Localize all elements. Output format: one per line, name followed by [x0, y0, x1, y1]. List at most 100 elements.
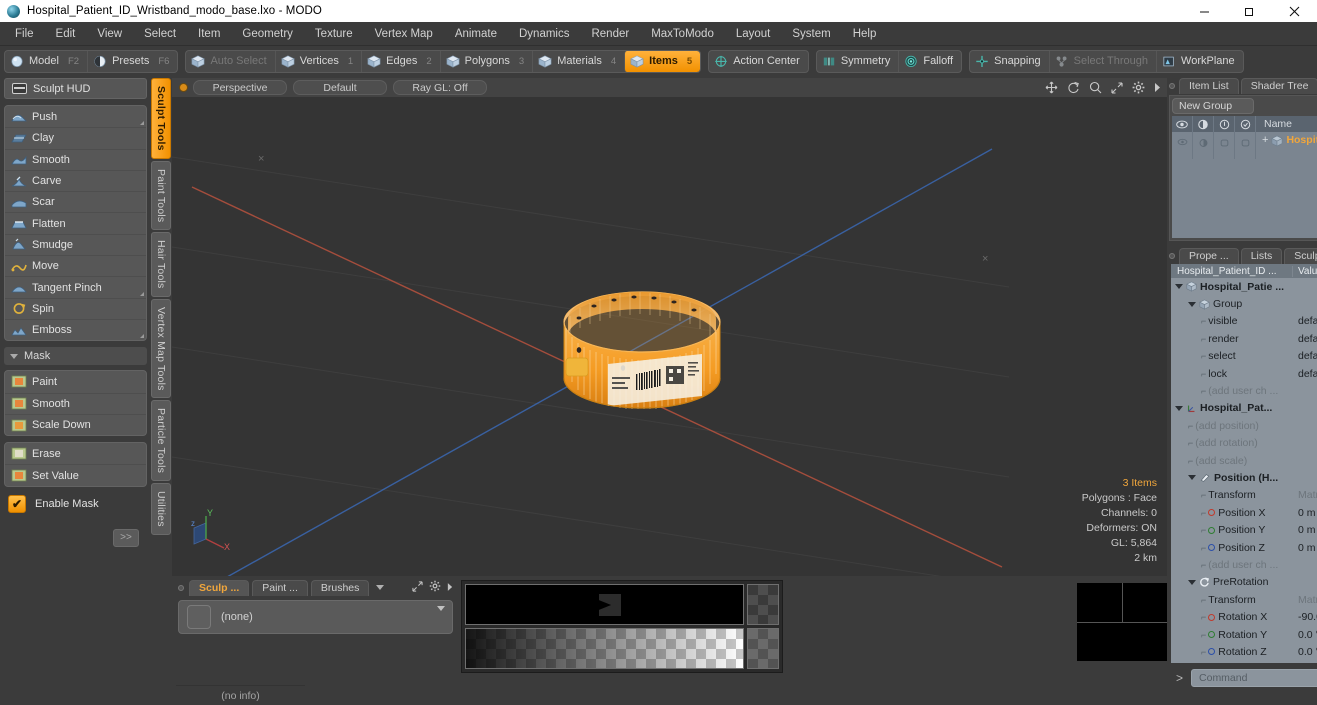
chevron-down-icon[interactable]	[376, 585, 385, 590]
channel-value-cell[interactable]: default	[1293, 350, 1317, 362]
channel-row[interactable]: ⌐Transform Matrix4	[1171, 591, 1317, 608]
vertical-tab-utilities[interactable]: Utilities	[151, 483, 171, 535]
toolbar-button-model[interactable]: Model F2	[5, 51, 87, 72]
menu-item-help[interactable]: Help	[842, 23, 888, 45]
pan-icon[interactable]	[1045, 81, 1058, 94]
brush-tangent-pinch[interactable]: Tangent Pinch	[5, 276, 146, 297]
channel-value-cell[interactable]: 0.0 °	[1293, 629, 1317, 641]
row-render-icon[interactable]	[1193, 132, 1214, 159]
brush-spin[interactable]: Spin	[5, 297, 146, 319]
toolbar-button-falloff[interactable]: Falloff	[898, 50, 961, 72]
mask-tool-paint[interactable]: Paint	[5, 371, 146, 392]
restore-icon[interactable]	[1227, 0, 1272, 22]
enable-mask-row[interactable]: ✔ Enable Mask	[4, 493, 147, 515]
minimize-icon[interactable]	[1182, 0, 1227, 22]
chevron-right-icon[interactable]	[1154, 82, 1161, 93]
tab-sculpt[interactable]: Sculpt	[1284, 247, 1317, 264]
tab-prope[interactable]: Prope ...	[1179, 247, 1239, 264]
channel-row[interactable]: ⌐ (add position)	[1171, 417, 1317, 434]
channel-row[interactable]: Hospital_Patie ...	[1171, 278, 1317, 295]
channel-value-cell[interactable]: default	[1293, 333, 1317, 345]
expand-icon[interactable]	[412, 579, 423, 597]
expand-plus-icon[interactable]: +	[1262, 134, 1268, 147]
falloff-thumbnail[interactable]	[747, 628, 779, 669]
ink-image-preview[interactable]	[465, 584, 745, 625]
menu-item-render[interactable]: Render	[580, 23, 640, 45]
channel-row[interactable]: ⌐Rotation X-90.0 °setup	[1171, 608, 1317, 626]
panel-menu-dot-icon[interactable]	[1169, 252, 1175, 259]
chevron-down-icon[interactable]	[1188, 301, 1196, 307]
menu-item-dynamics[interactable]: Dynamics	[508, 23, 580, 45]
command-input[interactable]: Command	[1191, 669, 1317, 687]
brush-smooth[interactable]: Smooth	[5, 148, 146, 170]
channel-row[interactable]: ⌐Rotation Y0.0 °setup	[1171, 626, 1317, 643]
viewport-view-button[interactable]: Perspective	[193, 80, 287, 95]
channel-row[interactable]: ⌐Position X0 medit	[1171, 504, 1317, 522]
zoom-icon[interactable]	[1089, 81, 1102, 94]
chevron-down-icon[interactable]	[1188, 475, 1196, 481]
sculpt-hud-button[interactable]: Sculpt HUD	[4, 78, 147, 99]
brush-flatten[interactable]: Flatten	[5, 212, 146, 233]
toolbar-button-presets[interactable]: Presets F6	[87, 50, 177, 72]
brush-preset-selector[interactable]: (none)	[178, 600, 453, 634]
menu-item-file[interactable]: File	[4, 23, 45, 45]
toolbar-button-workplane[interactable]: WorkPlane	[1156, 50, 1243, 72]
vertical-tab-vertex-map-tools[interactable]: Vertex Map Tools	[151, 298, 171, 399]
toolbar-button-polygons[interactable]: Polygons 3	[439, 50, 533, 72]
channel-value-cell[interactable]: 0 m	[1293, 542, 1317, 554]
brush-clay[interactable]: Clay	[5, 127, 146, 148]
panel-menu-dot-icon[interactable]	[1169, 82, 1175, 89]
row-lock-toggle[interactable]	[1214, 132, 1235, 159]
3d-viewport[interactable]: × × 3 Items Polygons: Face Channels: 0 …	[172, 97, 1167, 576]
toolbar-button-vertices[interactable]: Vertices 1	[274, 50, 361, 72]
brush-carve[interactable]: Carve	[5, 169, 146, 191]
falloff-gradient-preview[interactable]	[465, 628, 745, 669]
tab-item-list[interactable]: Item List	[1179, 77, 1239, 94]
menu-item-item[interactable]: Item	[187, 23, 231, 45]
channel-row[interactable]: PreRotation	[1171, 573, 1317, 592]
channel-row[interactable]: ⌐ (add user ch ...	[1171, 556, 1317, 573]
channel-row[interactable]: ⌐ (add user ch ...	[1171, 382, 1317, 399]
channel-row[interactable]: ⌐Position Z0 medit	[1171, 538, 1317, 557]
viewport-shading-button[interactable]: Default	[293, 80, 387, 95]
channel-row[interactable]: ⌐Position Y0 medit	[1171, 521, 1317, 538]
bottom-tab-sculp[interactable]: Sculp ...	[189, 579, 250, 596]
bottom-tab-brushes[interactable]: Brushes	[310, 579, 370, 596]
channel-value-cell[interactable]: 0 m	[1293, 507, 1317, 519]
mask-tool-set-value[interactable]: Set Value	[5, 464, 146, 485]
brush-push[interactable]: Push	[5, 106, 146, 127]
chevron-down-icon[interactable]	[1175, 284, 1183, 290]
viewport-raygl-button[interactable]: Ray GL: Off	[393, 80, 487, 95]
channel-row[interactable]: ⌐visible default	[1171, 313, 1317, 330]
close-icon[interactable]	[1272, 0, 1317, 22]
toolbar-button-select-through[interactable]: Select Through	[1048, 50, 1156, 72]
row-eye-icon[interactable]	[1172, 132, 1193, 159]
toolbar-button-items[interactable]: Items 5	[624, 50, 701, 72]
mask-section-header[interactable]: Mask	[4, 347, 147, 366]
brush-scar[interactable]: Scar	[5, 191, 146, 212]
vertical-tab-hair-tools[interactable]: Hair Tools	[151, 232, 171, 297]
submenu-corner-icon[interactable]	[140, 121, 144, 126]
channel-row[interactable]: ⌐Rotation Z0.0 °setup	[1171, 643, 1317, 661]
channel-value-cell[interactable]: Matrix4	[1293, 489, 1317, 501]
channel-row[interactable]: ⌐ (add scale)	[1171, 452, 1317, 469]
channel-row[interactable]: ⌐render default	[1171, 330, 1317, 348]
mask-tool-smooth[interactable]: Smooth	[5, 392, 146, 414]
menu-item-edit[interactable]: Edit	[45, 23, 87, 45]
group-item[interactable]: + Hospital_Patient_ID_Wrist ...	[1256, 132, 1317, 147]
row-select-toggle[interactable]	[1235, 132, 1256, 159]
menu-item-layout[interactable]: Layout	[725, 23, 782, 45]
checkmark-icon[interactable]: ✔	[8, 494, 26, 513]
channel-row[interactable]: Group	[1171, 295, 1317, 313]
channel-row[interactable]: Position (H...	[1171, 469, 1317, 487]
mask-tool-erase[interactable]: Erase	[5, 443, 146, 464]
new-group-button[interactable]: New Group	[1172, 98, 1254, 114]
toolbar-button-materials[interactable]: Materials 4	[532, 50, 624, 72]
channel-value-cell[interactable]: 0 m	[1293, 524, 1317, 536]
channel-value-cell[interactable]: -90.0 °	[1293, 611, 1317, 623]
channel-row[interactable]: ⌐lock default	[1171, 364, 1317, 383]
channel-row[interactable]: ⌐ (add rotation)	[1171, 434, 1317, 452]
channel-value-cell[interactable]: default	[1293, 368, 1317, 380]
menu-item-animate[interactable]: Animate	[444, 23, 508, 45]
brush-move[interactable]: Move	[5, 255, 146, 276]
